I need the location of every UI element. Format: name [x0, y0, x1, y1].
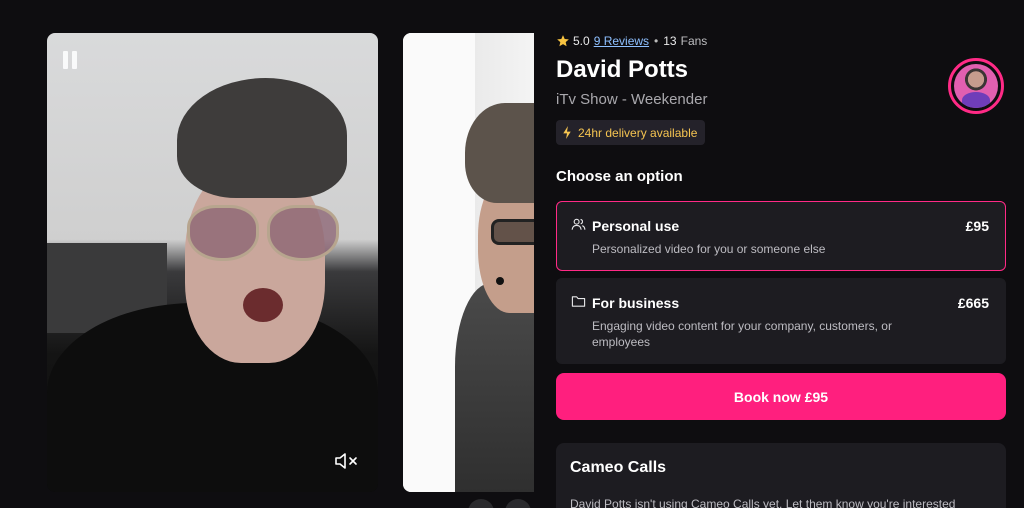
rating-row: 5.0 9 Reviews • 13 Fans: [556, 34, 707, 48]
option-description: Personalized video for you or someone el…: [592, 242, 826, 256]
separator: •: [654, 34, 659, 48]
lightning-icon: [563, 126, 571, 139]
option-price: £95: [965, 218, 989, 234]
people-icon: [571, 218, 586, 230]
book-now-button[interactable]: Book now £95: [556, 373, 1006, 420]
folder-icon: [571, 296, 586, 307]
cameo-calls-text: David Potts isn't using Cameo Calls yet.…: [570, 497, 956, 508]
video-figure-earring: [496, 277, 504, 285]
talent-subtitle[interactable]: iTv Show - Weekender: [556, 91, 707, 108]
star-icon: [557, 35, 569, 47]
option-personal-use[interactable]: Personal use £95 Personalized video for …: [556, 201, 1006, 271]
fans-label: Fans: [680, 34, 708, 48]
video-figure-hair: [465, 103, 534, 203]
rating-value: 5.0: [573, 34, 590, 48]
fans-count: 13: [663, 34, 677, 48]
option-for-business[interactable]: For business £665 Engaging video content…: [556, 278, 1006, 364]
video-figure-mouth: [243, 288, 283, 322]
cameo-calls-card: Cameo Calls David Potts isn't using Came…: [556, 443, 1006, 508]
video-preview-1[interactable]: [47, 33, 378, 492]
speaker-muted-icon[interactable]: [334, 451, 362, 471]
video-figure-hair: [177, 78, 347, 198]
video-preview-2[interactable]: [403, 33, 534, 492]
option-title: Personal use: [592, 218, 680, 234]
video-figure-glasses: [491, 219, 534, 245]
avatar-image: [954, 64, 998, 108]
video-figure-body: [455, 283, 534, 492]
carousel-next-button[interactable]: [505, 499, 531, 508]
option-description: Engaging video content for your company,…: [592, 319, 892, 349]
avatar[interactable]: [948, 58, 1004, 114]
talent-name: David Potts: [556, 56, 689, 83]
cameo-calls-title: Cameo Calls: [570, 459, 667, 476]
options-heading: Choose an option: [556, 168, 683, 185]
video-figure-glasses: [187, 205, 343, 263]
option-price: £665: [957, 295, 989, 311]
reviews-link[interactable]: 9 Reviews: [594, 34, 649, 48]
delivery-badge-label: 24hr delivery available: [578, 125, 698, 140]
pause-icon[interactable]: [63, 51, 77, 69]
carousel-prev-button[interactable]: [468, 499, 494, 508]
option-title: For business: [592, 295, 680, 311]
delivery-badge: 24hr delivery available: [556, 120, 706, 145]
